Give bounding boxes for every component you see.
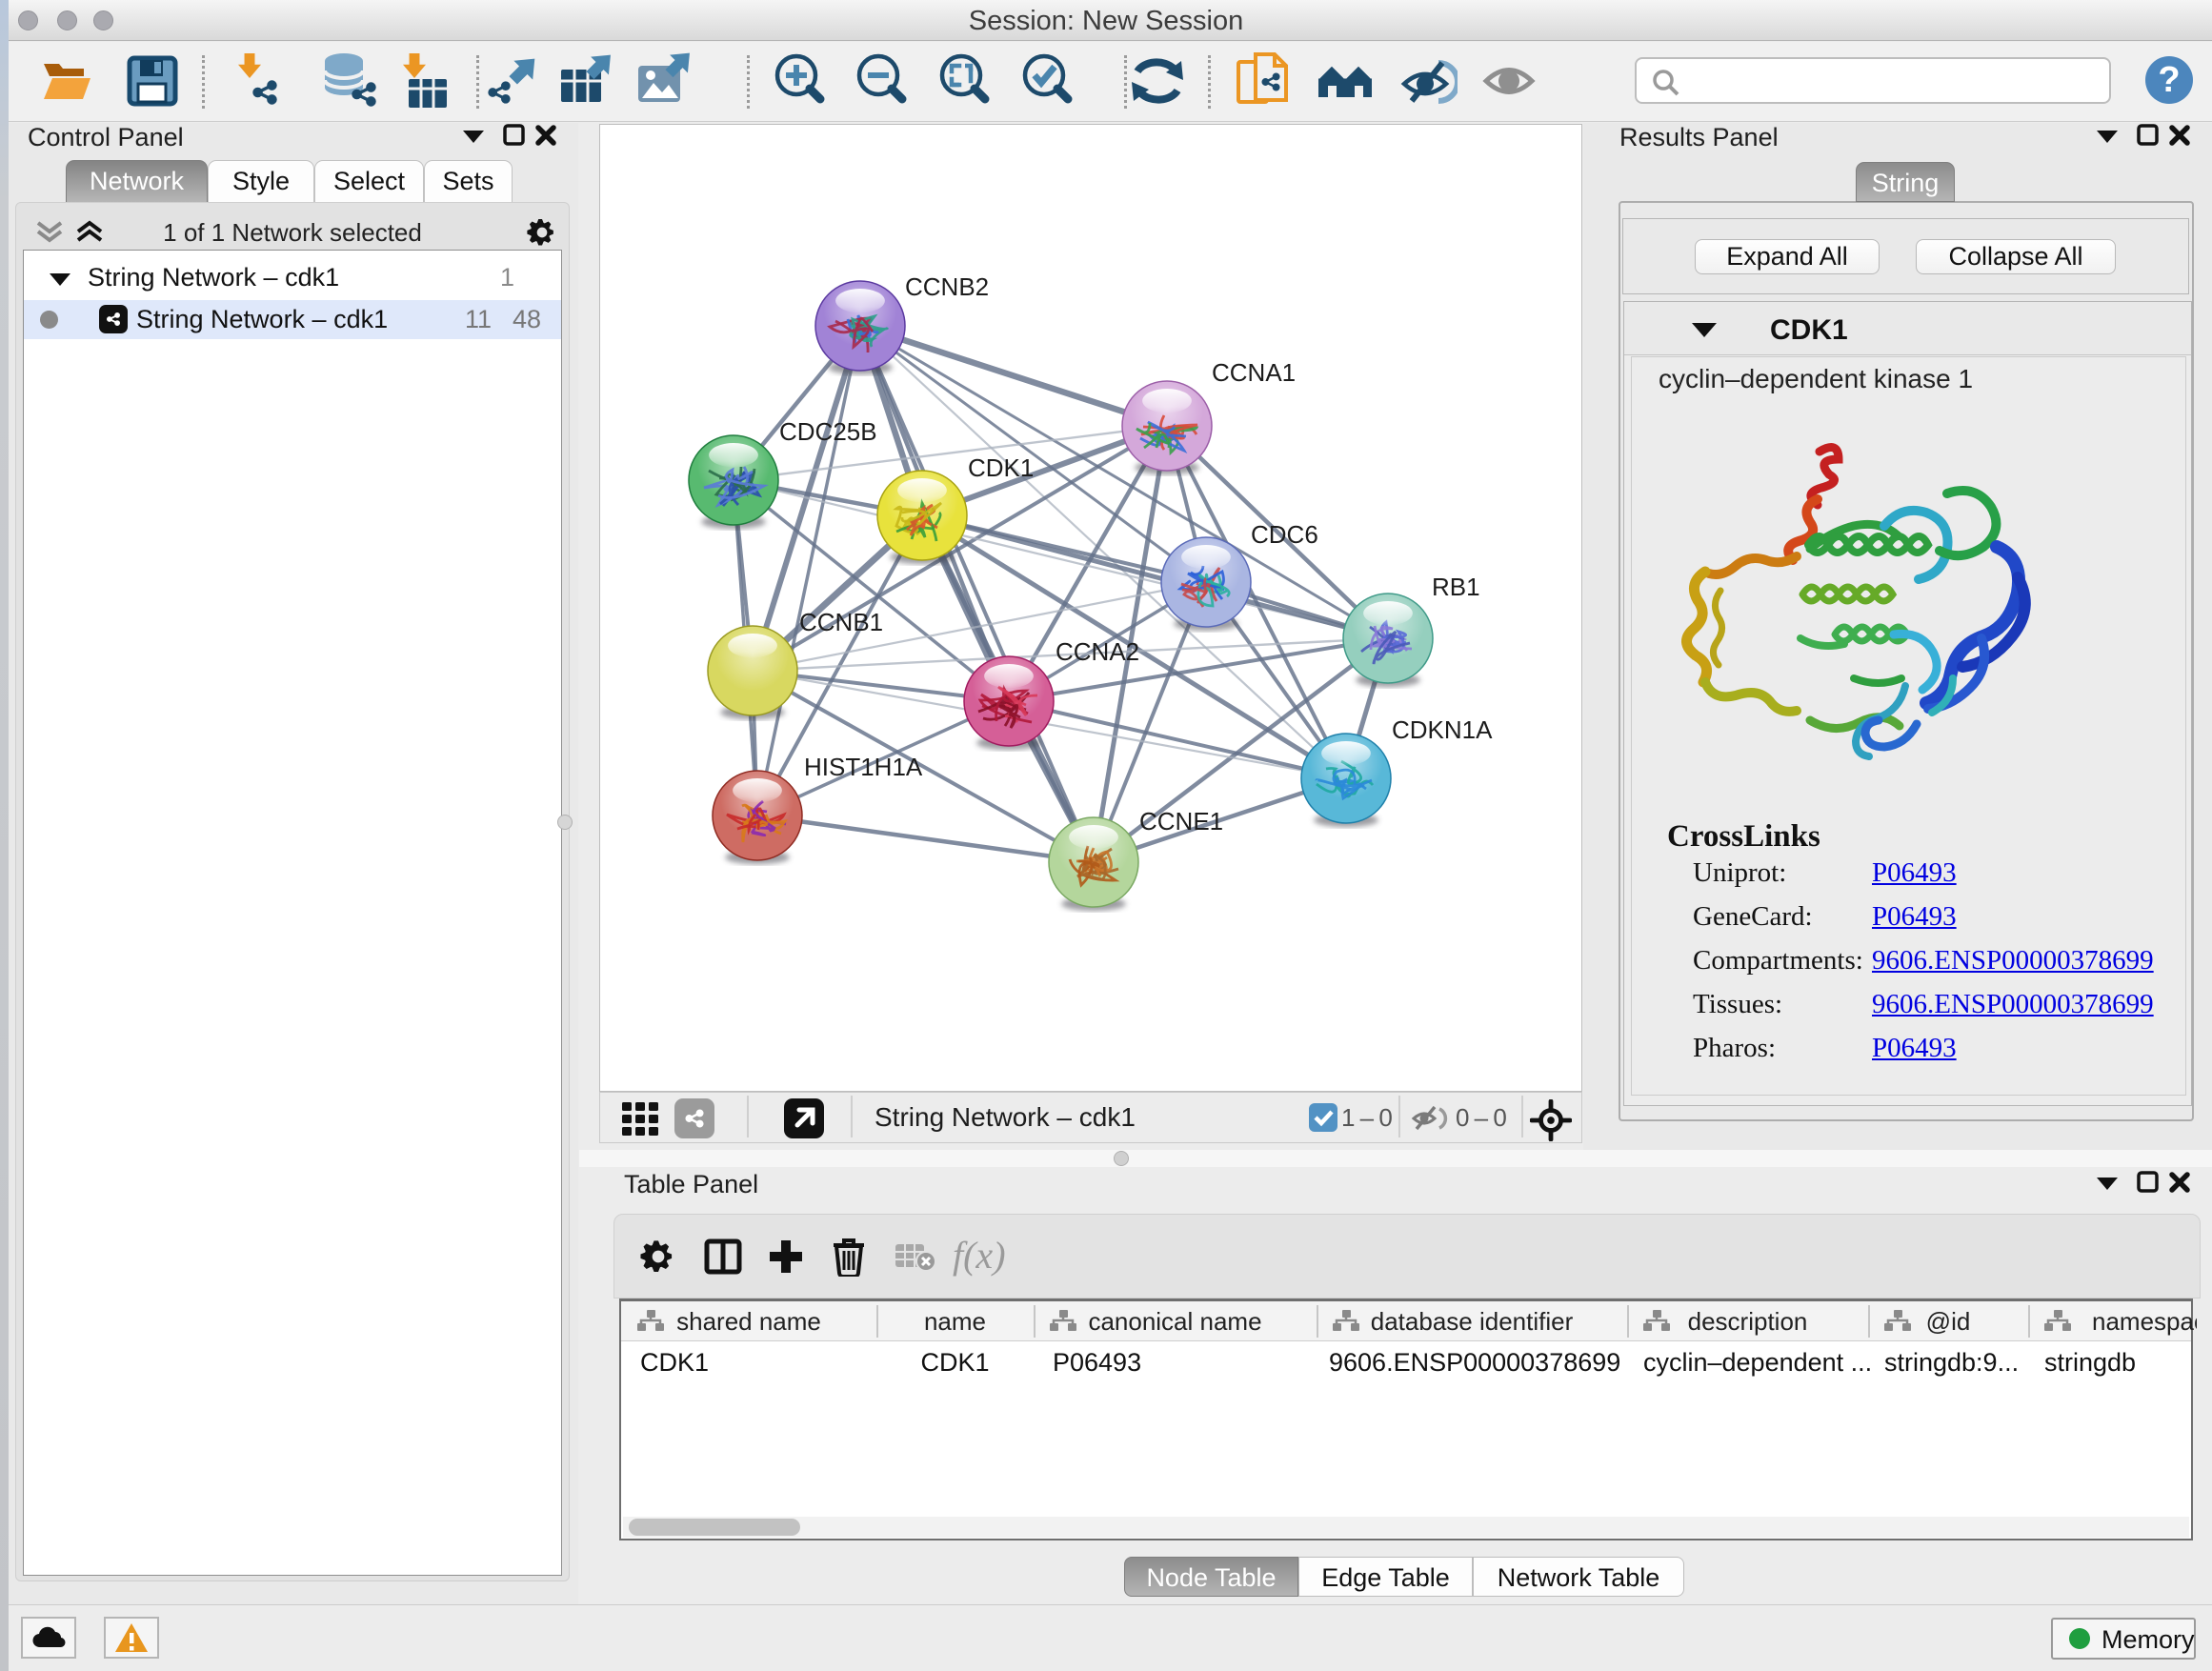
svg-text:CDC25B: CDC25B [779,417,877,446]
svg-text:HIST1H1A: HIST1H1A [804,753,923,781]
svg-text:CCNA1: CCNA1 [1212,358,1296,387]
svg-text:CCNB1: CCNB1 [799,608,883,636]
svg-text:RB1: RB1 [1432,573,1480,601]
svg-text:CDC6: CDC6 [1251,520,1318,549]
svg-text:CDK1: CDK1 [968,453,1034,482]
svg-text:CCNE1: CCNE1 [1139,807,1223,836]
svg-text:CCNB2: CCNB2 [905,272,989,301]
svg-text:CDKN1A: CDKN1A [1392,715,1493,744]
svg-text:CCNA2: CCNA2 [1056,637,1139,666]
